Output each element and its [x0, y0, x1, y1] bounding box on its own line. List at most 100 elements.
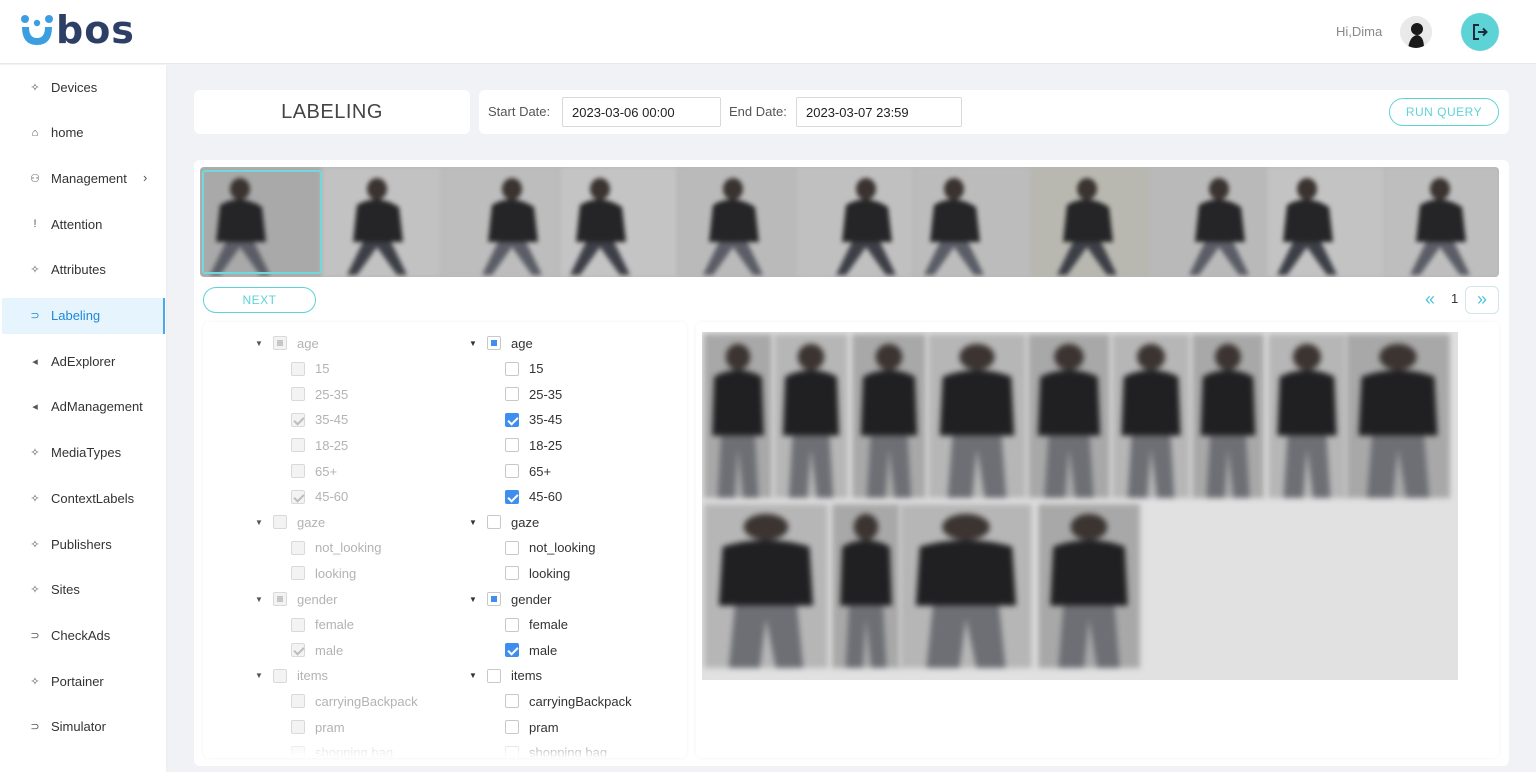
end-date-input[interactable]: 2023-03-07 23:59 — [796, 97, 962, 127]
caret-down-icon[interactable]: ▼ — [469, 595, 479, 604]
option-checkbox[interactable] — [505, 540, 519, 555]
tree-group-gaze[interactable]: ▼ gaze — [469, 511, 539, 533]
run-query-button[interactable]: RUN QUERY — [1389, 98, 1499, 126]
logout-icon — [1473, 24, 1488, 40]
tree-option[interactable]: 15 — [505, 358, 543, 380]
option-checkbox[interactable] — [505, 464, 519, 478]
sidebar-item-admanagement[interactable]: ◂ AdManagement — [2, 389, 165, 425]
option-label: male — [529, 642, 558, 658]
tracklet-thumbnail[interactable] — [678, 167, 796, 277]
tree-option[interactable]: 18-25 — [505, 434, 562, 456]
sidebar-item-label: MediaTypes — [51, 445, 122, 461]
sidebar-item-management[interactable]: ⚇ Management › — [2, 160, 165, 196]
user-avatar[interactable] — [1400, 16, 1432, 48]
tracklet-thumbnail[interactable] — [1385, 167, 1499, 277]
group-checkbox[interactable] — [487, 336, 501, 350]
tracklet-thumbnail[interactable] — [1032, 167, 1149, 277]
group-checkbox — [273, 592, 287, 606]
tree-option[interactable]: looking — [505, 562, 570, 584]
sidebar-item-devices[interactable]: ✧ Devices — [2, 69, 165, 105]
option-checkbox[interactable] — [505, 566, 519, 581]
option-checkbox — [291, 489, 305, 504]
tree-option[interactable]: male — [505, 639, 557, 661]
selected-thumbnail-frame[interactable] — [202, 170, 322, 274]
pagination-current-page[interactable]: 1 — [1451, 291, 1458, 306]
ubos-logo[interactable]: bos — [20, 10, 135, 50]
person-crop-image[interactable] — [1038, 504, 1140, 668]
option-checkbox[interactable] — [505, 361, 519, 376]
person-crop-image[interactable] — [1268, 334, 1346, 498]
tree-option[interactable]: 25-35 — [505, 383, 562, 405]
sidebar-item-checkads[interactable]: ⊃ CheckAds — [2, 617, 165, 653]
tree-group-items[interactable]: ▼ items — [469, 665, 542, 687]
users-icon: ⚇ — [30, 172, 40, 185]
person-crop-image[interactable] — [774, 334, 848, 498]
person-crop-image[interactable] — [1112, 334, 1190, 498]
logout-button[interactable] — [1461, 13, 1499, 51]
tree-option: 65+ — [291, 460, 337, 482]
sidebar-item-portainer[interactable]: ✧ Portainer — [2, 663, 165, 699]
person-crop-image[interactable] — [704, 504, 828, 668]
group-checkbox[interactable] — [487, 668, 501, 683]
person-crop-image[interactable] — [900, 504, 1032, 668]
tracklet-thumbnail[interactable] — [322, 167, 442, 277]
tree-option[interactable]: not_looking — [505, 537, 596, 559]
group-label: items — [297, 668, 329, 684]
option-checkbox[interactable] — [505, 694, 519, 709]
tree-option: 18-25 — [291, 434, 348, 456]
sidebar-item-contextlabels[interactable]: ✧ ContextLabels — [2, 480, 165, 516]
tracklet-thumbnail[interactable] — [796, 167, 914, 277]
pagination-prev-button[interactable]: « — [1420, 289, 1440, 311]
tree-group-age[interactable]: ▼ age — [469, 332, 533, 354]
group-checkbox[interactable] — [487, 515, 501, 530]
option-checkbox[interactable] — [505, 617, 519, 632]
caret-down-icon[interactable]: ▼ — [469, 518, 479, 527]
tree-option: 45-60 — [291, 486, 348, 508]
caret-down-icon[interactable]: ▼ — [469, 671, 479, 680]
option-checkbox[interactable] — [505, 412, 519, 427]
tracklet-thumbnail[interactable] — [442, 167, 560, 277]
option-checkbox — [291, 412, 305, 427]
logo-u-mark-icon — [21, 15, 53, 45]
option-label: female — [315, 617, 355, 633]
sidebar-item-publishers[interactable]: ✧ Publishers — [2, 526, 165, 562]
person-crop-image[interactable] — [832, 504, 900, 668]
tracklet-thumbnail[interactable] — [1267, 167, 1385, 277]
person-crop-image[interactable] — [852, 334, 926, 498]
sidebar-item-simulator[interactable]: ⊃ Simulator — [2, 709, 165, 745]
tracklet-thumbnail[interactable] — [914, 167, 1032, 277]
sidebar-item-attributes[interactable]: ✧ Attributes — [2, 252, 165, 288]
tree-option[interactable]: 45-60 — [505, 486, 562, 508]
sidebar-item-attention[interactable]: ! Attention — [2, 206, 165, 242]
group-checkbox[interactable] — [487, 592, 501, 606]
start-date-input[interactable]: 2023-03-06 00:00 — [562, 97, 721, 127]
tree-option[interactable]: female — [505, 614, 568, 636]
tree-option[interactable]: 35-45 — [505, 409, 562, 431]
tree-group-gender[interactable]: ▼ gender — [469, 588, 551, 610]
tracklet-thumbnail[interactable] — [1149, 167, 1267, 277]
group-label: age — [297, 335, 319, 351]
option-checkbox — [291, 438, 305, 453]
sidebar-item-mediatypes[interactable]: ✧ MediaTypes — [2, 435, 165, 471]
next-button[interactable]: NEXT — [203, 287, 316, 313]
person-crop-image[interactable] — [928, 334, 1026, 498]
tree-option[interactable]: 65+ — [505, 460, 551, 482]
sidebar-item-adexplorer[interactable]: ◂ AdExplorer — [2, 343, 165, 379]
person-crop-image[interactable] — [1192, 334, 1264, 498]
person-crop-image[interactable] — [1346, 334, 1450, 498]
tracklet-thumbnail[interactable] — [560, 167, 678, 277]
option-checkbox[interactable] — [505, 387, 519, 402]
person-crop-image[interactable] — [1028, 334, 1110, 498]
sidebar-item-sites[interactable]: ✧ Sites — [2, 572, 165, 608]
sidebar-item-home[interactable]: ⌂ home — [2, 115, 165, 151]
option-checkbox[interactable] — [505, 489, 519, 504]
sidebar-item-labeling[interactable]: ⊃ Labeling — [2, 297, 165, 334]
caret-down-icon[interactable]: ▼ — [469, 339, 479, 348]
person-crop-image[interactable] — [704, 334, 772, 498]
option-checkbox[interactable] — [505, 438, 519, 453]
option-label: 18-25 — [529, 437, 563, 453]
pagination-next-button[interactable]: » — [1465, 286, 1499, 314]
tree-option[interactable]: carryingBackpack — [505, 690, 632, 712]
option-checkbox[interactable] — [505, 643, 519, 658]
sidebar-item-label: Attributes — [51, 262, 106, 278]
